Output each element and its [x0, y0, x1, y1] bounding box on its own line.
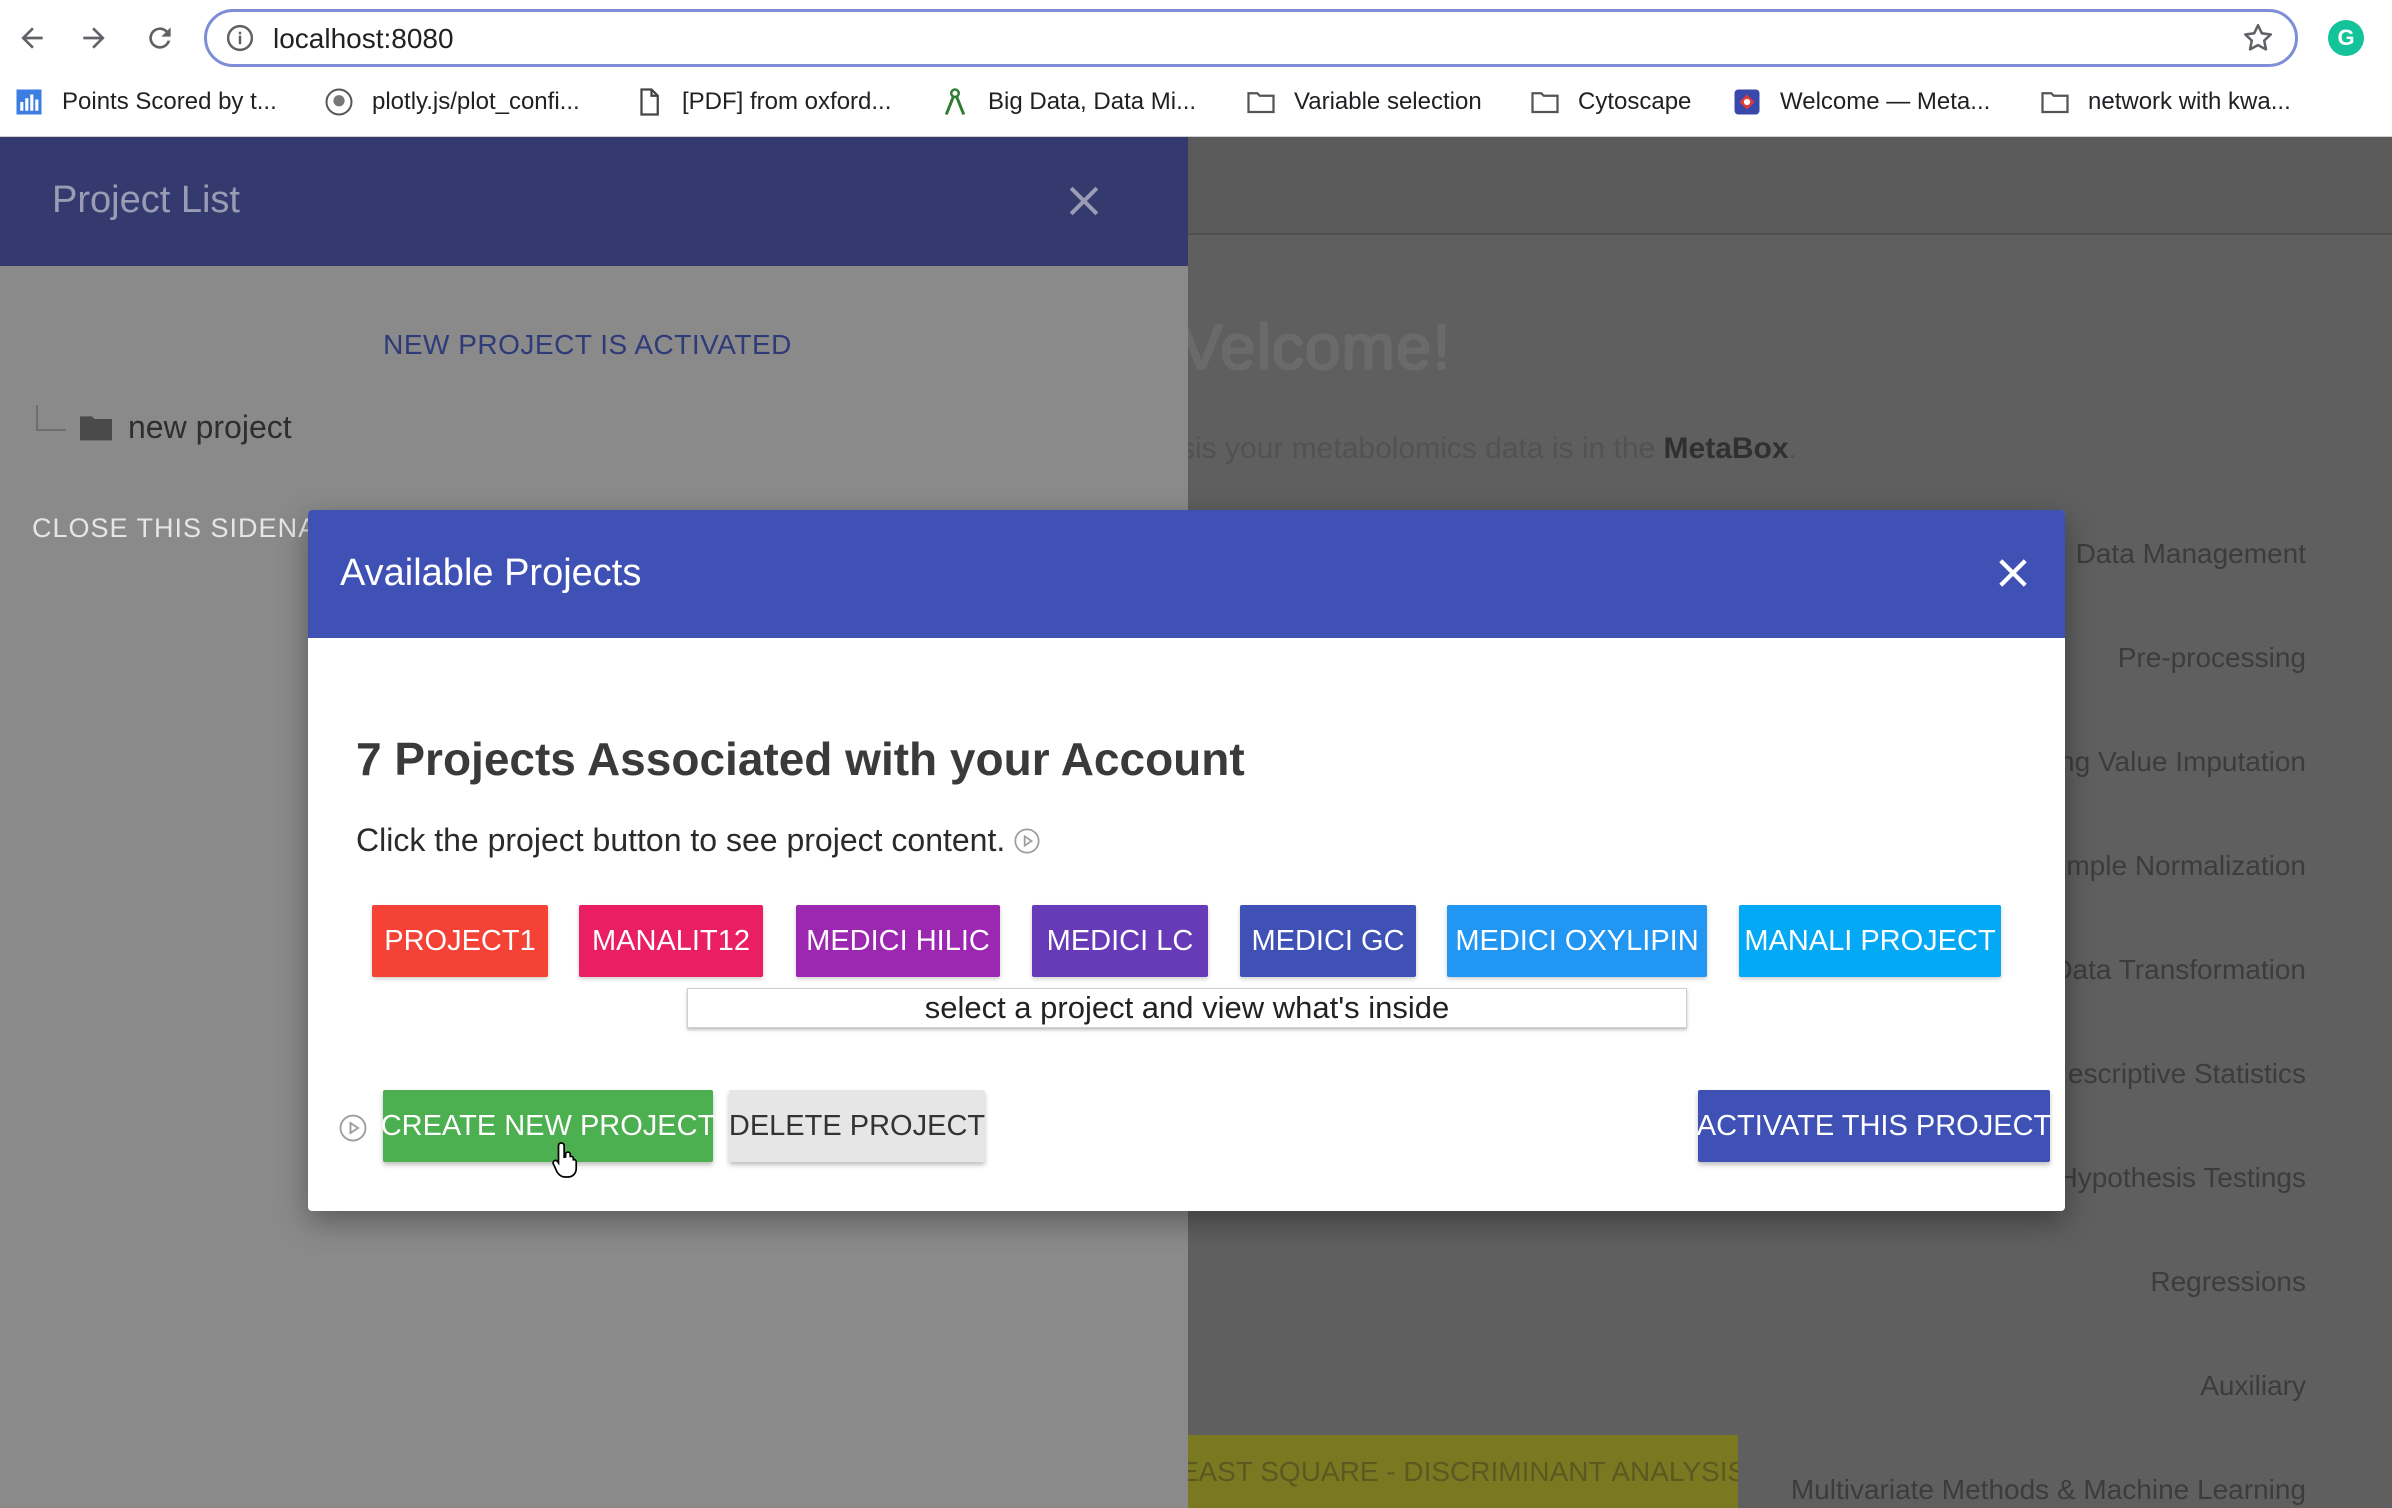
project-button-medici-gc[interactable]: MEDICI GC	[1240, 905, 1416, 977]
project-button-medici-hilic[interactable]: MEDICI HILIC	[796, 905, 1000, 977]
bookmark-item[interactable]: Variable selection	[1246, 80, 1482, 124]
tree-item-label: new project	[128, 408, 292, 445]
close-sidenav-link[interactable]: CLOSE THIS SIDENAV	[32, 513, 334, 544]
bookmark-star-icon[interactable]	[2241, 21, 2275, 55]
browser-chrome: localhost:8080 G Points Scored by t... p…	[0, 0, 2392, 137]
bar-chart-icon	[14, 87, 44, 117]
folder-icon	[80, 416, 112, 441]
info-icon[interactable]	[225, 23, 255, 53]
forward-icon[interactable]	[72, 16, 116, 60]
sidenav-title: Project List	[52, 179, 240, 221]
document-icon	[634, 87, 664, 117]
folder-icon	[2040, 87, 2070, 117]
url-text: localhost:8080	[273, 23, 454, 54]
address-bar[interactable]: localhost:8080	[204, 9, 2298, 67]
bookmark-item[interactable]: Cytoscape	[1530, 80, 1691, 124]
projects-count-heading: 7 Projects Associated with your Account	[356, 733, 1245, 785]
menu-item-multivariate-methods[interactable]: Multivariate Methods & Machine Learning	[1791, 1474, 2306, 1506]
menu-item-hypothesis-testings[interactable]: Hypothesis Testings	[2058, 1162, 2307, 1194]
menu-item-pre-processing[interactable]: Pre-processing	[2118, 642, 2306, 674]
project-button-medici-oxylipin[interactable]: MEDICI OXYLIPIN	[1447, 905, 1707, 977]
menu-item-auxiliary[interactable]: Auxiliary	[2200, 1370, 2306, 1402]
intro-text: sis your metabolomics data is in the Met…	[1180, 432, 1797, 465]
bookmark-item[interactable]: Points Scored by t...	[14, 80, 277, 124]
folder-icon	[1530, 87, 1560, 117]
modal-instructions: Click the project button to see project …	[356, 822, 1041, 859]
folder-icon	[1246, 87, 1276, 117]
menu-item-data-management[interactable]: Data Management	[2076, 538, 2306, 570]
brand-name: MetaBox	[1663, 432, 1789, 465]
tree-connector	[36, 405, 66, 431]
bookmark-item[interactable]: Welcome — Meta...	[1732, 80, 1990, 124]
bookmarks-bar: Points Scored by t... plotly.js/plot_con…	[0, 80, 2392, 124]
modal-title: Available Projects	[340, 552, 642, 594]
project-button-manalit12[interactable]: MANALIT12	[579, 905, 763, 977]
menu-item-descriptive-statistics[interactable]: escriptive Statistics	[2068, 1058, 2306, 1090]
grammarly-extension-icon[interactable]: G	[2328, 20, 2364, 56]
activate-project-button[interactable]: ACTIVATE THIS PROJECT	[1697, 1090, 2051, 1162]
hand-cursor-icon	[552, 1142, 578, 1178]
play-circle-icon[interactable]	[1013, 827, 1041, 855]
menu-item-regressions[interactable]: Regressions	[2150, 1266, 2306, 1298]
bookmark-item[interactable]: plotly.js/plot_confi...	[324, 80, 580, 124]
modal-header: Available Projects	[308, 510, 2065, 638]
sidenav-header: Project List	[0, 137, 1188, 266]
bookmark-item[interactable]: [PDF] from oxford...	[634, 80, 891, 124]
welcome-heading: Velcome!	[1180, 311, 1452, 383]
play-circle-icon[interactable]	[338, 1113, 368, 1143]
menu-item-missing-value-imputation[interactable]: ng Value Imputation	[2059, 746, 2306, 778]
project-button-medici-lc[interactable]: MEDICI LC	[1032, 905, 1208, 977]
back-icon[interactable]	[10, 16, 54, 60]
site-icon	[1732, 87, 1762, 117]
compass-icon	[940, 87, 970, 117]
pls-da-banner[interactable]: EAST SQUARE - DISCRIMINANT ANALYSIS	[1188, 1435, 1738, 1508]
available-projects-modal: Available Projects 7 Projects Associated…	[308, 510, 2065, 1211]
project-tooltip: select a project and view what's inside	[687, 988, 1687, 1028]
project-tree-item[interactable]: new project	[36, 405, 292, 447]
activation-message: NEW PROJECT IS ACTIVATED	[383, 329, 792, 360]
bookmark-item[interactable]: Big Data, Data Mi...	[940, 80, 1196, 124]
modal-close-icon[interactable]	[1992, 552, 2034, 594]
delete-project-button[interactable]: DELETE PROJECT	[729, 1090, 985, 1162]
menu-item-data-transformation[interactable]: Data Transformation	[2052, 954, 2306, 986]
menu-item-sample-normalization[interactable]: mple Normalization	[2066, 850, 2306, 882]
create-new-project-button[interactable]: CREATE NEW PROJECT	[381, 1090, 715, 1162]
bookmark-item[interactable]: network with kwa...	[2040, 80, 2291, 124]
project-button-project1[interactable]: PROJECT1	[372, 905, 548, 977]
project-button-manali-project[interactable]: MANALI PROJECT	[1739, 905, 2001, 977]
github-icon	[324, 87, 354, 117]
app-top-bar	[1188, 137, 2392, 235]
sidenav-close-icon[interactable]	[1062, 179, 1106, 223]
reload-icon[interactable]	[138, 16, 182, 60]
